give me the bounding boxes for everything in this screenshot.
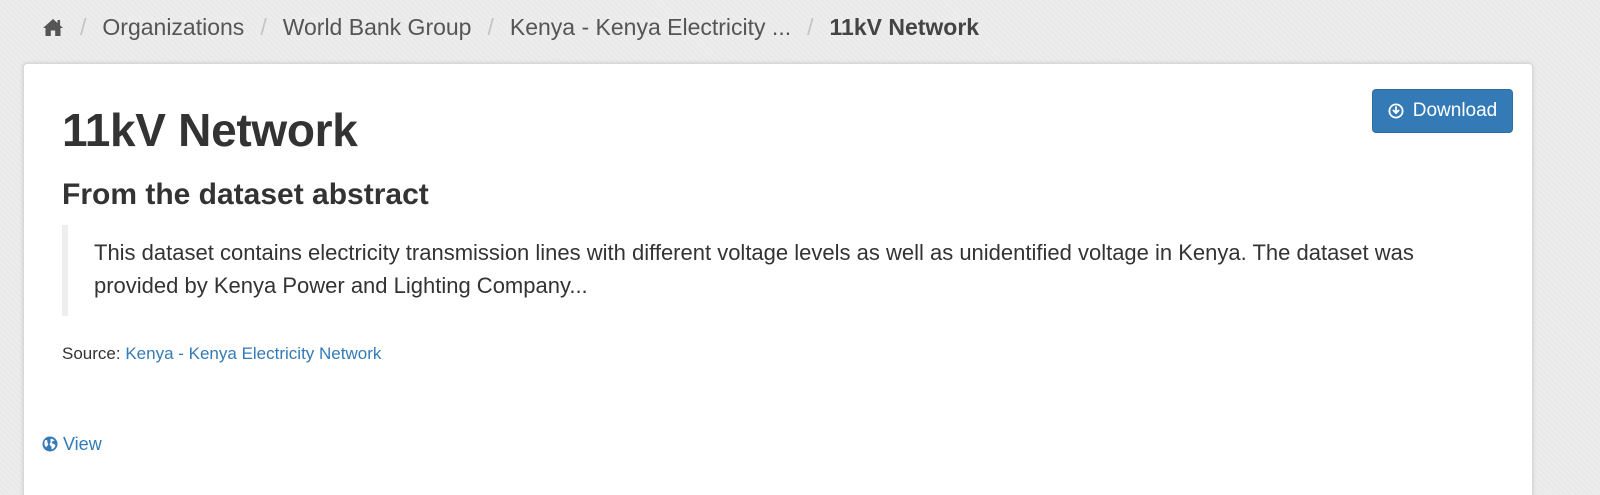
source-link[interactable]: Kenya - Kenya Electricity Network [125, 344, 381, 363]
abstract-quote: This dataset contains electricity transm… [62, 225, 1462, 316]
source-line: Source: Kenya - Kenya Electricity Networ… [62, 342, 381, 366]
view-label: View [63, 434, 102, 454]
breadcrumb-separator: / [487, 13, 494, 40]
download-button[interactable]: Download [1372, 89, 1513, 133]
abstract-text: This dataset contains electricity transm… [94, 240, 1414, 298]
view-link[interactable]: View [42, 432, 102, 456]
breadcrumb-separator: / [260, 13, 267, 40]
resource-card: 11kV Network Download From the dataset a… [23, 63, 1533, 495]
download-circle-icon [1388, 103, 1404, 119]
page-title: 11kV Network [62, 104, 358, 156]
breadcrumb-separator: / [807, 13, 814, 40]
breadcrumb-current: 11kV Network [829, 13, 980, 40]
breadcrumb-item-dataset[interactable]: Kenya - Kenya Electricity ... [510, 14, 791, 41]
download-label: Download [1412, 100, 1498, 121]
breadcrumb: / Organizations / World Bank Group / Ken… [42, 10, 979, 44]
home-icon[interactable] [42, 17, 64, 37]
breadcrumb-item-organizations[interactable]: Organizations [102, 14, 244, 41]
abstract-heading: From the dataset abstract [62, 178, 429, 211]
breadcrumb-separator: / [80, 13, 87, 40]
breadcrumb-item-world-bank-group[interactable]: World Bank Group [283, 14, 472, 41]
globe-icon [42, 436, 58, 452]
source-label: Source: [62, 344, 121, 363]
